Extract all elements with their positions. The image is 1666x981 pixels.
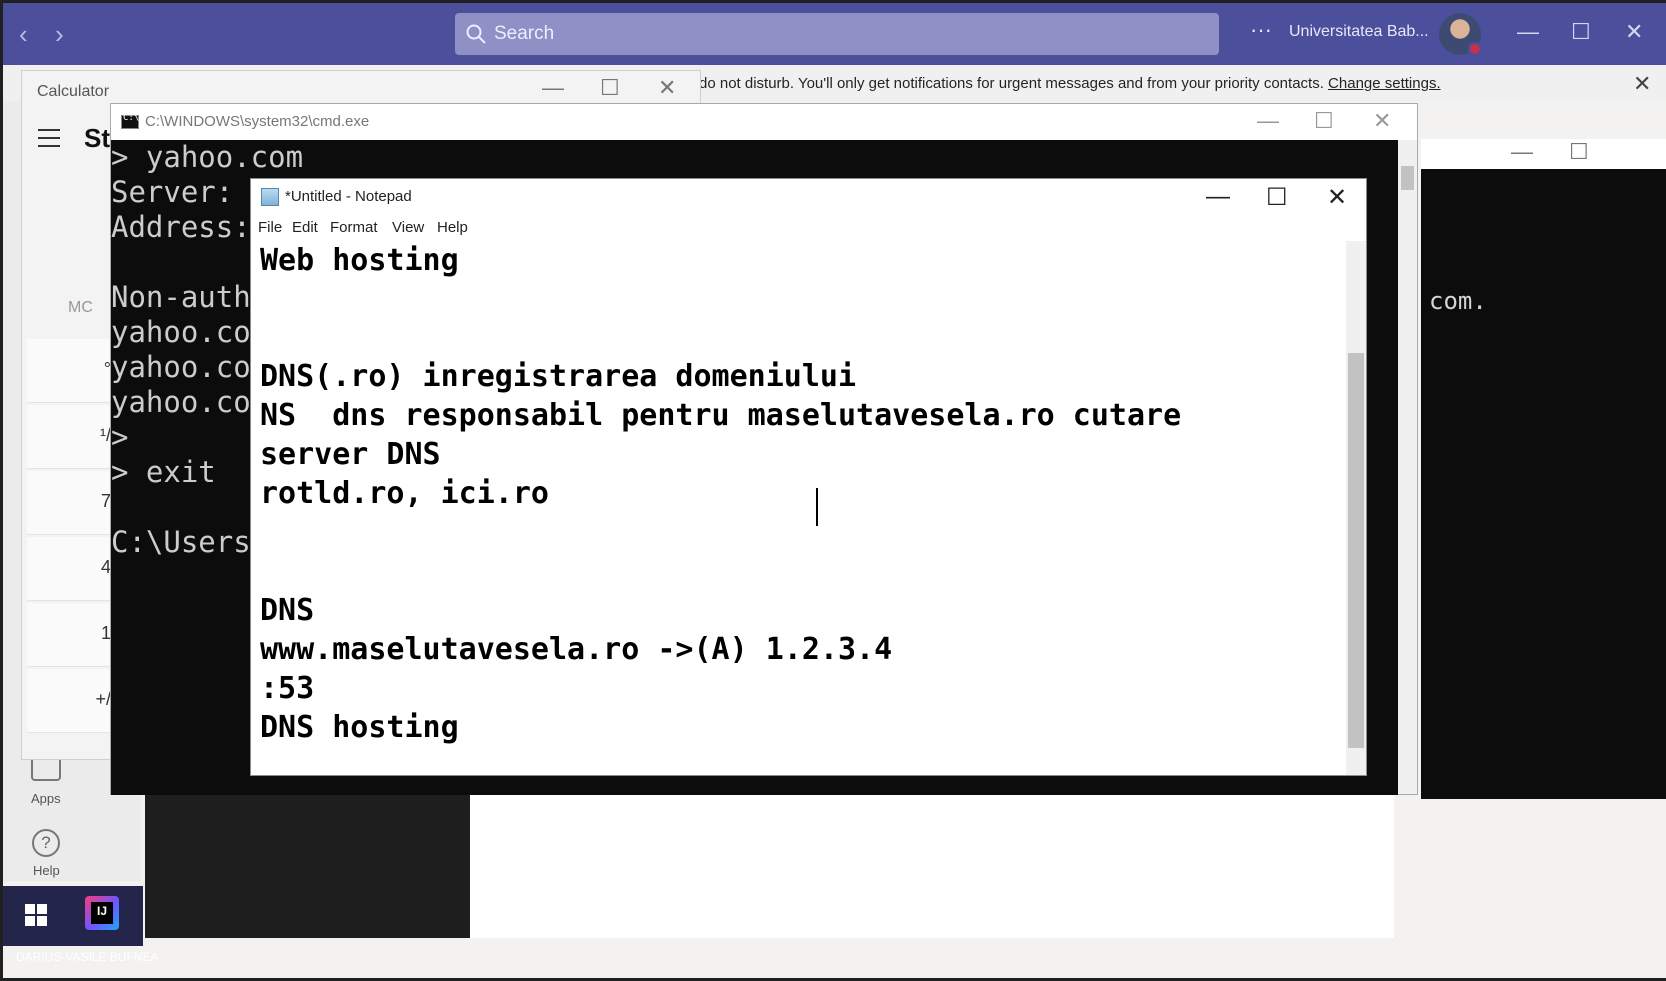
cmd-icon-label: C:\ <box>123 113 140 123</box>
change-settings-link[interactable]: Change settings. <box>1328 75 1441 92</box>
cmd-line: > <box>111 420 129 454</box>
notepad-window: *Untitled - Notepad — ☐ ✕ File Edit Form… <box>250 178 1367 776</box>
calc-key[interactable]: ° <box>27 339 117 403</box>
menu-view[interactable]: View <box>392 219 424 236</box>
notepad-icon <box>261 188 279 206</box>
intellij-icon[interactable]: IJ <box>85 896 119 930</box>
notepad-line: Web hosting <box>260 243 459 278</box>
calc-close-button[interactable]: ✕ <box>658 75 676 101</box>
memory-clear-button[interactable]: MC <box>68 299 93 317</box>
notepad-close-button[interactable]: ✕ <box>1327 183 1347 212</box>
calc-maximize-button[interactable]: ☐ <box>600 75 620 101</box>
help-icon[interactable]: ? <box>32 829 60 857</box>
cmd-close-button[interactable]: ✕ <box>1373 108 1391 134</box>
cmd-minimize-button[interactable]: — <box>1257 108 1279 134</box>
calc-key[interactable]: 4 <box>27 537 117 601</box>
background-window-titlebar: — ☐ <box>1421 139 1666 169</box>
presence-busy-icon <box>1468 42 1482 56</box>
notepad-scrollbar[interactable] <box>1346 241 1366 775</box>
calc-key[interactable]: 1 <box>27 603 117 667</box>
teams-top-bar: ‹ › Search ··· Universitatea Bab... — ☐ … <box>3 3 1666 65</box>
calculator-mode: St <box>84 123 110 153</box>
background-console-text: com. <box>1429 287 1487 315</box>
forward-arrow-icon[interactable]: › <box>55 19 64 50</box>
cmd-icon: C:\ <box>121 113 140 129</box>
search-icon <box>466 24 486 44</box>
dnd-message: do not disturb. You'll only get notifica… <box>699 75 1324 92</box>
presenter-name: DARIUS-VASILE BUFNEA <box>16 950 159 964</box>
calculator-title: Calculator <box>37 83 110 100</box>
notepad-line: NS dns responsabil pentru maselutavesela… <box>260 398 1182 433</box>
org-name[interactable]: Universitatea Bab... <box>1289 23 1429 41</box>
calc-key-label: +/ <box>95 689 111 709</box>
search-input[interactable]: Search <box>455 13 1219 55</box>
bg-minimize-button[interactable]: — <box>1511 139 1533 165</box>
menu-edit[interactable]: Edit <box>292 219 318 236</box>
cmd-line: > exit <box>111 455 216 489</box>
cmd-title: C:\WINDOWS\system32\cmd.exe <box>145 113 370 130</box>
calc-key[interactable]: 7 <box>27 471 117 535</box>
teams-restore-button[interactable]: ☐ <box>1571 19 1591 45</box>
notepad-text-area[interactable]: Web hosting DNS(.ro) inregistrarea domen… <box>251 241 1345 775</box>
teams-minimize-button[interactable]: — <box>1517 19 1539 45</box>
cmd-line: yahoo.co <box>111 315 251 349</box>
back-arrow-icon[interactable]: ‹ <box>19 19 28 50</box>
hamburger-menu-icon[interactable] <box>38 129 60 147</box>
search-placeholder: Search <box>494 23 555 44</box>
notepad-minimize-button[interactable]: — <box>1206 183 1230 211</box>
menu-file[interactable]: File <box>258 219 282 236</box>
more-options-icon[interactable]: ··· <box>1250 17 1272 43</box>
cmd-line: Address: <box>111 210 251 244</box>
shared-screen-white <box>470 793 1394 938</box>
notepad-titlebar[interactable]: *Untitled - Notepad — ☐ ✕ <box>251 179 1366 215</box>
help-label: Help <box>33 863 60 878</box>
cmd-line: yahoo.co <box>111 350 251 384</box>
teams-close-button[interactable]: ✕ <box>1625 19 1643 45</box>
notepad-line: DNS <box>260 593 315 628</box>
shared-screen-dark <box>145 793 470 938</box>
calc-key[interactable]: ¹/ <box>27 405 117 469</box>
cmd-titlebar[interactable]: C:\ C:\WINDOWS\system32\cmd.exe — ☐ ✕ <box>111 104 1417 140</box>
menu-format[interactable]: Format <box>330 219 378 236</box>
menu-help[interactable]: Help <box>437 219 468 236</box>
bg-maximize-button[interactable]: ☐ <box>1569 139 1589 165</box>
cmd-maximize-button[interactable]: ☐ <box>1314 108 1334 134</box>
apps-label: Apps <box>31 791 61 806</box>
cmd-line: Non-auth <box>111 280 251 314</box>
dnd-banner-text: do not disturb. You'll only get notifica… <box>699 75 1441 92</box>
taskbar: IJ <box>3 886 143 946</box>
notepad-maximize-button[interactable]: ☐ <box>1266 183 1288 212</box>
cmd-line: yahoo.co <box>111 385 251 419</box>
notepad-line: DNS(.ro) inregistrarea domeniului <box>260 359 857 394</box>
calc-minimize-button[interactable]: — <box>542 75 564 101</box>
background-console <box>1421 169 1666 799</box>
notepad-line: DNS hosting <box>260 710 459 745</box>
notepad-line: server DNS <box>260 437 441 472</box>
notepad-scroll-thumb[interactable] <box>1348 353 1364 748</box>
windows-start-icon[interactable] <box>25 904 47 926</box>
cmd-line: C:\Users <box>111 525 251 559</box>
text-caret <box>816 488 818 526</box>
cmd-line: Server: <box>111 175 234 209</box>
notepad-title: *Untitled - Notepad <box>285 188 412 205</box>
cmd-line: > yahoo.com <box>111 140 304 174</box>
notepad-line: :53 <box>260 671 315 706</box>
notepad-line: www.maselutavesela.ro ->(A) 1.2.3.4 <box>260 632 893 667</box>
calc-key[interactable]: +/ <box>27 669 117 733</box>
notepad-menubar: File Edit Format View Help <box>251 215 1366 241</box>
dnd-close-icon[interactable]: ✕ <box>1633 71 1651 97</box>
cmd-scrollbar[interactable] <box>1398 140 1417 794</box>
cmd-scroll-thumb[interactable] <box>1401 166 1414 190</box>
notepad-line: rotld.ro, ici.ro <box>260 476 549 511</box>
